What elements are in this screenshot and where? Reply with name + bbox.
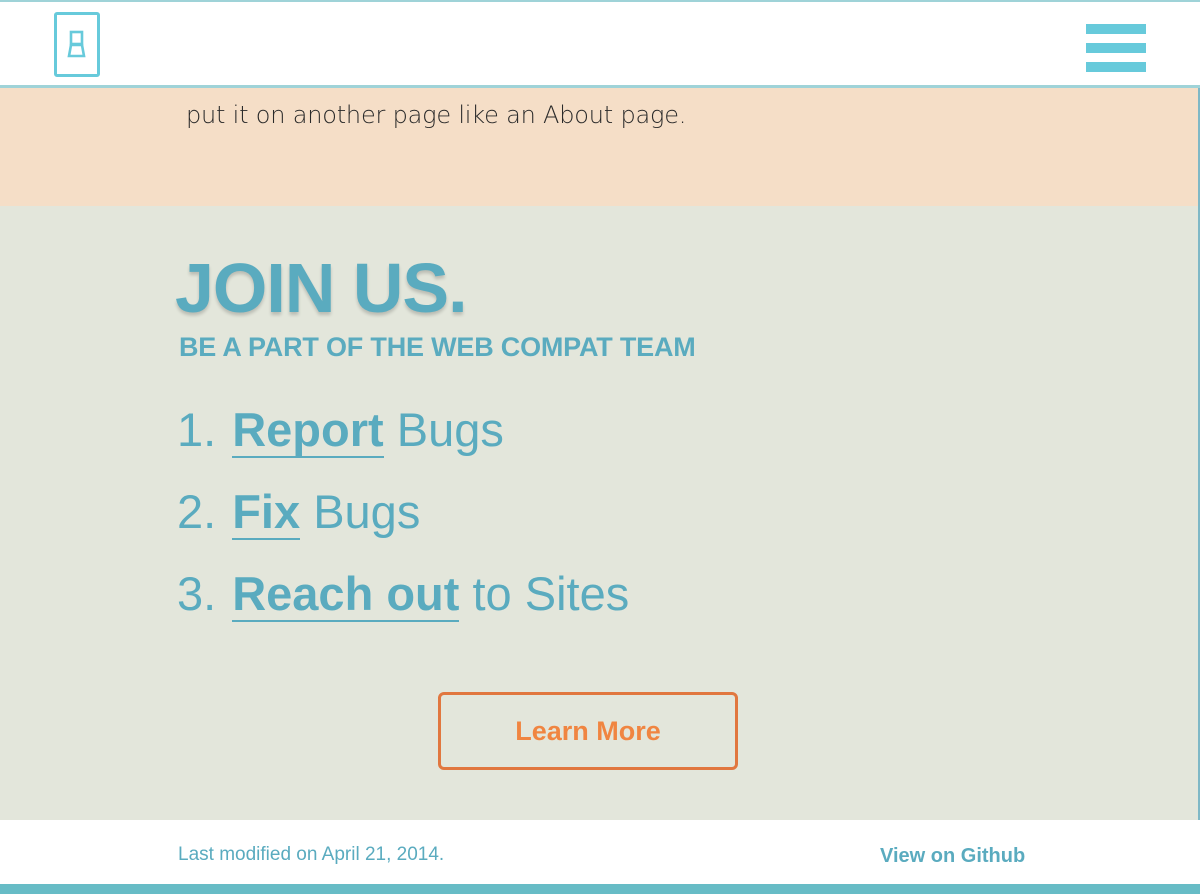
lightswitch-logo-icon <box>67 30 86 58</box>
join-title: JOIN US. <box>175 249 468 327</box>
step-item-reach-out: 3. Reach out to Sites <box>177 566 629 648</box>
step-number: 2. <box>177 485 217 538</box>
step-rest-text: Bugs <box>396 403 504 456</box>
join-subtitle: BE A PART OF THE WEB COMPAT TEAM <box>179 332 696 362</box>
intro-text: put it on another page like an About pag… <box>186 101 687 129</box>
site-footer: Last modified on April 21, 2014. View on… <box>0 820 1200 884</box>
fix-link[interactable]: Fix <box>232 485 301 540</box>
home-logo-link[interactable] <box>54 12 100 77</box>
site-header <box>0 0 1200 88</box>
join-us-section: JOIN US. BE A PART OF THE WEB COMPAT TEA… <box>0 206 1200 820</box>
steps-list: 1. Report Bugs 2. Fix Bugs 3. Reach out to … <box>177 402 629 648</box>
step-item-fix: 2. Fix Bugs <box>177 484 629 566</box>
last-modified-text: Last modified on April 21, 2014. <box>178 844 445 865</box>
learn-more-button[interactable]: Learn More <box>438 692 738 770</box>
reach-out-link[interactable]: Reach out <box>232 567 460 622</box>
intro-section: put it on another page like an About pag… <box>0 88 1200 206</box>
step-number: 1. <box>177 403 217 456</box>
step-rest-text: Bugs <box>313 485 421 538</box>
bottom-accent-bar <box>0 884 1200 894</box>
view-on-github-link[interactable]: View on Github <box>880 845 1025 868</box>
report-link[interactable]: Report <box>232 403 384 458</box>
hamburger-menu-icon[interactable] <box>1086 24 1146 72</box>
step-item-report: 1. Report Bugs <box>177 402 629 484</box>
step-rest-text: to Sites <box>472 567 630 620</box>
step-number: 3. <box>177 567 217 620</box>
